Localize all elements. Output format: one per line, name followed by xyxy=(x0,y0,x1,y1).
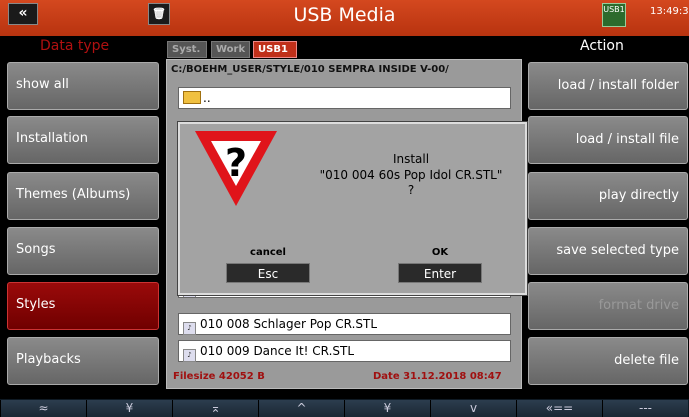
file-row[interactable]: ♪ 010 009 Dance It! CR.STL xyxy=(178,340,511,362)
file-size: Filesize 42052 B xyxy=(173,371,265,382)
data-type-playbacks[interactable]: Playbacks xyxy=(7,337,159,385)
ok-caption: OK xyxy=(431,247,449,258)
format-drive-button[interactable]: format drive xyxy=(528,282,688,330)
current-path: C:/BOEHM_USER/STYLE/010 SEMPRA INSIDE V-… xyxy=(171,64,449,75)
data-type-themes[interactable]: Themes (Albums) xyxy=(7,172,159,220)
delete-file-button[interactable]: delete file xyxy=(528,337,688,385)
parent-folder-label: .. xyxy=(203,91,211,105)
folder-up-icon xyxy=(183,91,201,104)
dialog-filename: "010 004 60s Pop Idol CR.STL" xyxy=(319,168,503,182)
dialog-question: ? xyxy=(407,183,415,197)
style-file-icon: ♪ xyxy=(183,322,196,335)
data-type-styles[interactable]: Styles xyxy=(7,282,159,330)
tab-usb1[interactable]: USB1 xyxy=(253,41,297,58)
file-date: Date 31.12.2018 08:47 xyxy=(373,371,502,382)
tab-work[interactable]: Work xyxy=(211,41,250,58)
data-type-heading: Data type xyxy=(40,38,110,54)
data-type-installation[interactable]: Installation xyxy=(7,116,159,164)
clock: 13:49:3 xyxy=(650,6,689,17)
dialog-title: Install xyxy=(392,152,430,166)
page-up-fast-icon[interactable]: ≈ xyxy=(0,400,86,417)
data-type-show-all[interactable]: show all xyxy=(7,62,159,110)
load-install-folder-button[interactable]: load / install folder xyxy=(528,62,688,110)
warning-icon: ? xyxy=(195,131,277,206)
usb-drive-icon: USB1 xyxy=(602,3,626,27)
parent-folder-row[interactable]: .. xyxy=(178,87,511,109)
trash-icon[interactable]: 🗑 xyxy=(148,3,170,25)
cancel-caption: cancel xyxy=(250,247,286,258)
back-icon[interactable]: « xyxy=(8,3,38,25)
load-install-file-button[interactable]: load / install file xyxy=(528,116,688,164)
svg-text:?: ? xyxy=(225,141,247,185)
style-file-icon: ♪ xyxy=(183,349,196,362)
back-arrow-icon[interactable]: «== xyxy=(516,400,602,417)
empty-softkey[interactable]: --- xyxy=(602,400,688,417)
file-name: 010 008 Schlager Pop CR.STL xyxy=(200,317,378,331)
to-top-icon[interactable]: ⌅ xyxy=(172,400,258,417)
page-up-icon[interactable]: ^ xyxy=(258,400,344,417)
page-down-fast-icon[interactable]: ¥ xyxy=(86,400,172,417)
esc-button[interactable]: Esc xyxy=(226,263,310,283)
enter-button[interactable]: Enter xyxy=(398,263,482,283)
action-heading: Action xyxy=(580,38,624,54)
tab-syst[interactable]: Syst. xyxy=(167,41,207,58)
save-selected-type-button[interactable]: save selected type xyxy=(528,227,688,275)
page-down-icon[interactable]: ¥ xyxy=(344,400,430,417)
play-directly-button[interactable]: play directly xyxy=(528,172,688,220)
data-type-songs[interactable]: Songs xyxy=(7,227,159,275)
window-title: USB Media xyxy=(293,4,396,26)
file-row[interactable]: ♪ 010 008 Schlager Pop CR.STL xyxy=(178,313,511,335)
file-name: 010 009 Dance It! CR.STL xyxy=(200,344,355,358)
line-down-icon[interactable]: v xyxy=(430,400,516,417)
